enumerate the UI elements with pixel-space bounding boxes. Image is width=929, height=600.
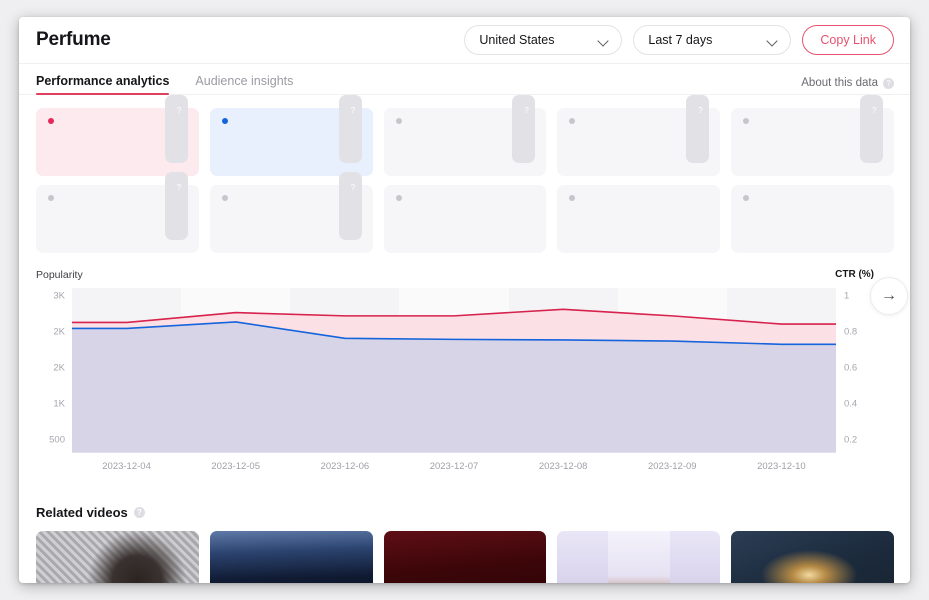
related-videos-header: Related videos ? <box>36 505 894 520</box>
chevron-down-icon <box>767 35 778 46</box>
help-icon[interactable]: ? <box>165 172 188 240</box>
chart-left-axis-title: Popularity <box>36 269 83 281</box>
chart-series-svg <box>72 288 836 452</box>
metric-card-comments[interactable] <box>731 185 894 253</box>
help-icon[interactable]: ? <box>165 95 188 163</box>
chart-left-tick: 500 <box>49 435 65 446</box>
metric-dot-icon <box>222 118 228 124</box>
related-video-thumbnail[interactable] <box>731 531 894 583</box>
related-video-thumbnail[interactable] <box>210 531 373 583</box>
help-icon[interactable]: ? <box>512 95 535 163</box>
help-icon[interactable]: ? <box>339 95 362 163</box>
help-icon[interactable]: ? <box>860 95 883 163</box>
related-video-thumbnail[interactable] <box>36 531 199 583</box>
metric-dot-icon <box>569 195 575 201</box>
related-video-thumbnail[interactable] <box>557 531 720 583</box>
metric-card-cpa[interactable]: ? <box>557 108 720 176</box>
chart-left-tick: 2K <box>53 363 65 374</box>
metric-card-6s-view-rate[interactable]: ? <box>210 185 373 253</box>
help-icon[interactable]: ? <box>339 172 362 240</box>
chart-left-axis: 3K 2K 2K 1K 500 <box>36 288 70 452</box>
metric-card-popularity[interactable]: ? <box>36 108 199 176</box>
country-select[interactable]: United States <box>464 25 622 55</box>
date-range-select[interactable]: Last 7 days <box>633 25 791 55</box>
about-this-data-label: About this data <box>801 77 878 89</box>
metric-dot-icon <box>222 195 228 201</box>
chart-plot-area <box>72 288 836 452</box>
chart-x-tick: 2023-12-08 <box>539 461 588 472</box>
chart-right-tick: 0.2 <box>844 435 857 446</box>
chart-right-axis-title: CTR (%) <box>835 269 874 280</box>
chart-x-tick: 2023-12-05 <box>211 461 260 472</box>
chart-right-tick: 0.6 <box>844 363 857 374</box>
header-controls: United States Last 7 days Copy Link <box>464 25 894 55</box>
tab-performance-analytics[interactable]: Performance analytics <box>36 74 169 94</box>
metric-dot-icon <box>743 118 749 124</box>
chart-left-tick: 1K <box>53 399 65 410</box>
metric-dot-icon <box>48 195 54 201</box>
metric-card-row-1: ????? <box>36 108 894 176</box>
chart-x-axis: 2023-12-04 2023-12-05 2023-12-06 2023-12-07… <box>72 457 836 477</box>
tab-audience-insights[interactable]: Audience insights <box>195 74 293 94</box>
metric-dot-icon <box>743 195 749 201</box>
tab-bar: Performance analytics Audience insights … <box>19 64 910 95</box>
chart-baseline <box>72 452 836 453</box>
chart-right-axis: 1 0.8 0.6 0.4 0.2 <box>838 288 876 452</box>
chart-x-tick: 2023-12-09 <box>648 461 697 472</box>
metric-dot-icon <box>48 118 54 124</box>
help-icon[interactable]: ? <box>883 78 894 89</box>
copy-link-button[interactable]: Copy Link <box>802 25 894 55</box>
page-header: Perfume United States Last 7 days Copy L… <box>19 17 910 64</box>
metric-card-cvr[interactable]: ? <box>384 108 547 176</box>
page-title: Perfume <box>36 29 111 51</box>
metric-dot-icon <box>396 195 402 201</box>
chart-x-tick: 2023-12-07 <box>430 461 479 472</box>
help-icon[interactable]: ? <box>134 507 145 518</box>
metric-cards: ????? ?? <box>19 95 910 253</box>
related-videos-list <box>36 531 894 583</box>
related-video-thumbnail[interactable] <box>384 531 547 583</box>
metric-card-shares[interactable] <box>557 185 720 253</box>
metric-card-row-2: ?? <box>36 185 894 253</box>
related-videos-section: Related videos ? <box>36 505 894 583</box>
metric-card-header <box>569 195 709 201</box>
analytics-panel: Perfume United States Last 7 days Copy L… <box>19 17 910 583</box>
metric-dot-icon <box>396 118 402 124</box>
chart-right-tick: 0.4 <box>844 399 857 410</box>
chart-x-tick: 2023-12-04 <box>102 461 151 472</box>
chart-left-tick: 3K <box>53 291 65 302</box>
chart-next-button[interactable]: → <box>870 277 908 315</box>
metric-dot-icon <box>569 118 575 124</box>
date-range-select-value: Last 7 days <box>648 33 757 47</box>
chevron-down-icon <box>598 35 609 46</box>
chart-left-tick: 2K <box>53 327 65 338</box>
metric-card-header <box>396 195 536 201</box>
metric-card-likes[interactable] <box>384 185 547 253</box>
help-icon[interactable]: ? <box>686 95 709 163</box>
metric-card-impressions[interactable]: ? <box>36 185 199 253</box>
about-this-data[interactable]: About this data ? <box>801 77 894 94</box>
related-videos-title: Related videos <box>36 505 128 520</box>
chart-x-tick: 2023-12-06 <box>321 461 370 472</box>
chart-right-tick: 1 <box>844 291 849 302</box>
metric-card-header <box>743 195 883 201</box>
chart-right-tick: 0.8 <box>844 327 857 338</box>
country-select-value: United States <box>479 33 588 47</box>
metric-card-ctr[interactable]: ? <box>210 108 373 176</box>
metric-card-cost[interactable]: ? <box>731 108 894 176</box>
performance-chart: Popularity CTR (%) 3K 2K 2K 1K 500 1 0.8 0.6 0.… <box>36 269 894 489</box>
chart-x-tick: 2023-12-10 <box>757 461 806 472</box>
